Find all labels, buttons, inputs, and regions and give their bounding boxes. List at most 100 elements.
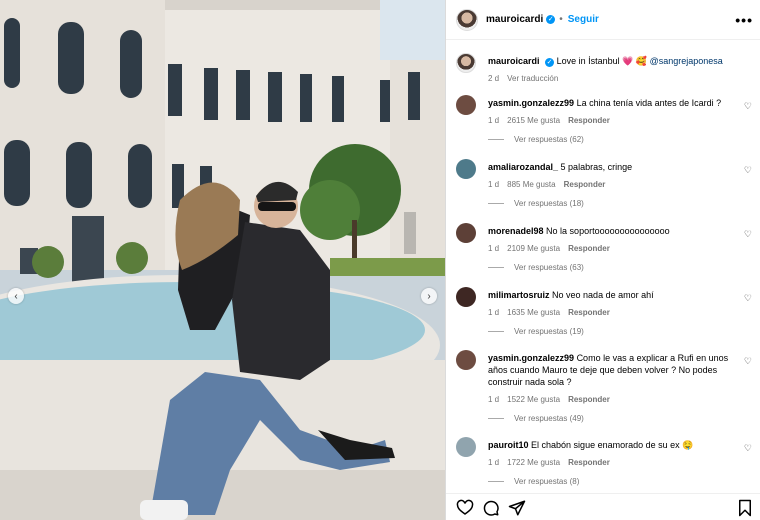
comment-username[interactable]: yasmin.gonzalezz99 <box>488 353 574 363</box>
comment-likes[interactable]: 2109 Me gusta <box>507 243 560 255</box>
comment-meta: 1 d 1635 Me gusta Responder <box>488 307 736 319</box>
caption-time: 2 d <box>488 74 500 83</box>
comment-meta: 1 d 2615 Me gusta Responder <box>488 115 736 127</box>
replies-line <box>488 418 504 419</box>
view-replies-label[interactable]: Ver respuestas (63) <box>514 263 584 272</box>
replies-line <box>488 203 504 204</box>
header-username[interactable]: mauroicardi <box>486 14 543 25</box>
comment-username[interactable]: yasmin.gonzalezz99 <box>488 98 574 108</box>
caption-emoji: 💗 🥰 <box>622 56 648 66</box>
comment-body: morenadel98 No la soportooooooooooooooo … <box>488 225 736 255</box>
verified-badge-icon: ✓ <box>545 58 555 67</box>
reply-button[interactable]: Responder <box>568 394 610 406</box>
comment-time: 1 d <box>488 308 500 317</box>
caption-username[interactable]: mauroicardi <box>488 56 540 66</box>
heart-icon[interactable]: ♡ <box>744 356 752 367</box>
comment-text: No veo nada de amor ahí <box>552 290 654 300</box>
view-replies-label[interactable]: Ver respuestas (62) <box>514 135 584 144</box>
replies-line <box>488 481 504 482</box>
view-replies-label[interactable]: Ver respuestas (8) <box>514 477 579 486</box>
more-options-icon[interactable]: ••• <box>735 12 753 28</box>
avatar[interactable] <box>456 95 476 115</box>
avatar[interactable] <box>456 350 476 370</box>
heart-icon[interactable] <box>456 499 474 517</box>
comment-username[interactable]: pauroit10 <box>488 440 529 450</box>
comment-time: 1 d <box>488 116 500 125</box>
heart-icon[interactable]: ♡ <box>744 229 752 240</box>
heart-icon[interactable]: ♡ <box>744 165 752 176</box>
replies-line <box>488 139 504 140</box>
heart-icon[interactable]: ♡ <box>744 101 752 112</box>
comments-list[interactable]: mauroicardi ✓ Love in İstanbul 💗 🥰 @sang… <box>446 41 760 493</box>
comment-meta: 1 d 1722 Me gusta Responder <box>488 457 736 469</box>
comment-body: yasmin.gonzalezz99 La china tenía vida a… <box>488 97 736 127</box>
heart-icon[interactable]: ♡ <box>744 293 752 304</box>
reply-button[interactable]: Responder <box>568 457 610 469</box>
comment-likes[interactable]: 885 Me gusta <box>507 179 555 191</box>
view-replies-label[interactable]: Ver respuestas (18) <box>514 199 584 208</box>
comment-text: 5 palabras, cringe <box>560 162 633 172</box>
view-replies-button[interactable]: Ver respuestas (62) <box>488 135 584 144</box>
follow-button[interactable]: Seguir <box>568 14 599 25</box>
heart-icon[interactable]: ♡ <box>744 443 752 454</box>
comment-likes[interactable]: 1635 Me gusta <box>507 307 560 319</box>
comment-likes[interactable]: 2615 Me gusta <box>507 115 560 127</box>
comment-time: 1 d <box>488 395 500 404</box>
post-photo: ‹ › <box>0 0 445 520</box>
comment-text: No la soportooooooooooooooo <box>546 226 670 236</box>
replies-line <box>488 267 504 268</box>
translate-link[interactable]: Ver traducción <box>507 73 558 85</box>
chevron-right-icon[interactable]: › <box>421 288 437 304</box>
comment-body: amaliarozandal_ 5 palabras, cringe 1 d 8… <box>488 161 736 191</box>
comment-text: La china tenía vida antes de Icardi ? <box>576 98 722 108</box>
photo-scene <box>0 0 445 520</box>
reply-button[interactable]: Responder <box>564 179 606 191</box>
view-replies-label[interactable]: Ver respuestas (49) <box>514 414 584 423</box>
comment-body: milimartosruiz No veo nada de amor ahí 1… <box>488 289 736 319</box>
avatar[interactable] <box>456 437 476 457</box>
separator-dot: • <box>559 14 563 25</box>
replies-line <box>488 331 504 332</box>
avatar[interactable] <box>456 223 476 243</box>
comment-icon[interactable] <box>482 499 500 517</box>
comment-meta: 1 d 1522 Me gusta Responder <box>488 394 736 406</box>
avatar[interactable] <box>456 287 476 307</box>
comment-meta: 1 d 885 Me gusta Responder <box>488 179 736 191</box>
caption-text: Love in İstanbul <box>556 56 620 66</box>
avatar[interactable] <box>456 8 478 31</box>
caption-body: mauroicardi ✓ Love in İstanbul 💗 🥰 @sang… <box>488 55 736 85</box>
comment-text: El chabón sigue enamorado de su ex <box>531 440 680 450</box>
send-icon[interactable] <box>508 499 526 517</box>
avatar[interactable] <box>456 53 476 73</box>
mention-link[interactable]: @sangrejaponesa <box>650 56 723 66</box>
comment-body: pauroit10 El chabón sigue enamorado de s… <box>488 439 736 469</box>
view-replies-button[interactable]: Ver respuestas (8) <box>488 477 579 486</box>
avatar[interactable] <box>456 159 476 179</box>
comment-likes[interactable]: 1522 Me gusta <box>507 394 560 406</box>
view-replies-button[interactable]: Ver respuestas (18) <box>488 199 584 208</box>
caption-meta: 2 d Ver traducción <box>488 73 736 85</box>
verified-badge-icon: ✓ <box>546 15 556 24</box>
chevron-left-icon[interactable]: ‹ <box>8 288 24 304</box>
reply-button[interactable]: Responder <box>568 115 610 127</box>
reply-button[interactable]: Responder <box>568 243 610 255</box>
post-header: mauroicardi ✓ • Seguir ••• <box>446 0 760 40</box>
comment-username[interactable]: amaliarozandal_ <box>488 162 558 172</box>
bookmark-icon[interactable] <box>736 499 754 517</box>
comment-username[interactable]: milimartosruiz <box>488 290 550 300</box>
view-replies-button[interactable]: Ver respuestas (49) <box>488 414 584 423</box>
view-replies-button[interactable]: Ver respuestas (63) <box>488 263 584 272</box>
comment-likes[interactable]: 1722 Me gusta <box>507 457 560 469</box>
comment-time: 1 d <box>488 180 500 189</box>
action-bar <box>446 493 760 520</box>
comment-time: 1 d <box>488 458 500 467</box>
comment-username[interactable]: morenadel98 <box>488 226 544 236</box>
view-replies-button[interactable]: Ver respuestas (19) <box>488 327 584 336</box>
comment-time: 1 d <box>488 244 500 253</box>
post-modal: ‹ › mauroicardi ✓ • Seguir ••• mauroicar… <box>0 0 760 520</box>
view-replies-label[interactable]: Ver respuestas (19) <box>514 327 584 336</box>
comment-emoji: 🤤 <box>682 440 694 450</box>
comment-meta: 1 d 2109 Me gusta Responder <box>488 243 736 255</box>
reply-button[interactable]: Responder <box>568 307 610 319</box>
comment-body: yasmin.gonzalezz99 Como le vas a explica… <box>488 352 736 406</box>
